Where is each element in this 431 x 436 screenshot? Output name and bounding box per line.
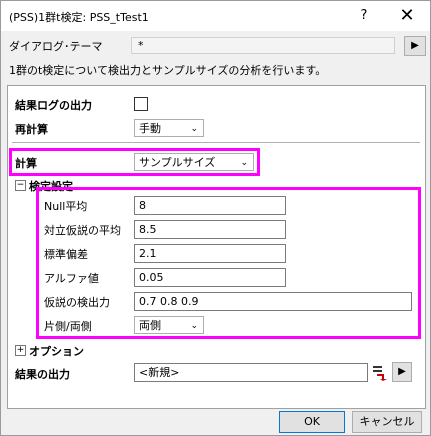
window-title: (PSS)1群t検定: PSS_tTest1 (9, 11, 149, 24)
close-button[interactable]: ✕ (393, 4, 421, 28)
options-label: オプション (29, 345, 84, 358)
output-input[interactable]: <新規> (134, 363, 368, 382)
theme-field[interactable]: * (131, 37, 395, 54)
tail-label: 片側/両側 (44, 320, 92, 333)
log-output-checkbox[interactable] (134, 97, 148, 111)
alpha-label: アルファ値 (44, 272, 99, 285)
dialog-window: (PSS)1群t検定: PSS_tTest1 ? ✕ ダイアログ･テーマ * ▶… (0, 0, 431, 436)
alt-mean-value: 8.5 (139, 223, 157, 236)
null-mean-label: Null平均 (44, 200, 88, 213)
null-mean-input[interactable]: 8 (134, 196, 286, 215)
alt-mean-input[interactable]: 8.5 (134, 220, 286, 239)
recalc-select[interactable]: 手動 ⌄ (134, 119, 204, 137)
help-button[interactable]: ? (353, 6, 375, 26)
title-bar: (PSS)1群t検定: PSS_tTest1 ? ✕ (1, 1, 430, 31)
settings-panel: 結果ログの出力 再計算 手動 ⌄ 計算 サンプルサイズ ⌄ − 検定設定 Nul… (7, 85, 426, 409)
tail-value: 両側 (139, 319, 161, 332)
divider (12, 142, 420, 143)
chevron-down-icon: ⌄ (240, 158, 248, 168)
expand-icon: + (16, 345, 25, 355)
calc-select[interactable]: サンプルサイズ ⌄ (134, 153, 254, 171)
std-dev-input[interactable]: 2.1 (134, 244, 286, 263)
power-label: 仮説の検出力 (44, 296, 110, 309)
theme-label: ダイアログ･テーマ (9, 40, 103, 53)
theme-arrow-button[interactable]: ▶ (404, 36, 426, 56)
std-dev-value: 2.1 (139, 247, 157, 260)
alt-mean-label: 対立仮説の平均 (44, 224, 121, 237)
log-output-label: 結果ログの出力 (15, 99, 92, 112)
alpha-input[interactable]: 0.05 (134, 268, 286, 287)
alpha-value: 0.05 (139, 271, 164, 284)
chevron-down-icon: ⌄ (190, 124, 198, 134)
ok-button[interactable]: OK (279, 411, 345, 433)
output-label: 結果の出力 (15, 368, 70, 381)
test-settings-toggle[interactable]: − (15, 180, 26, 191)
cancel-button-label: キャンセル (359, 415, 415, 428)
options-toggle[interactable]: + (15, 345, 26, 356)
std-dev-label: 標準偏差 (44, 248, 88, 261)
ok-button-label: OK (304, 415, 320, 428)
output-arrow-button[interactable]: ▶ (392, 362, 412, 382)
calc-value: サンプルサイズ (139, 156, 216, 169)
cancel-button[interactable]: キャンセル (352, 411, 422, 433)
tail-select[interactable]: 両側 ⌄ (134, 316, 204, 334)
dialog-description: 1群のt検定について検出力とサンプルサイズの分析を行います。 (9, 64, 327, 77)
worksheet-pick-icon (373, 366, 387, 381)
recalc-value: 手動 (139, 122, 161, 135)
power-value: 0.7 0.8 0.9 (139, 295, 199, 308)
collapse-icon: − (16, 180, 25, 190)
output-pick-button[interactable] (372, 364, 388, 382)
theme-value: * (138, 39, 144, 52)
recalc-label: 再計算 (15, 123, 48, 136)
play-icon: ▶ (411, 40, 419, 51)
output-value: <新規> (139, 366, 180, 379)
chevron-down-icon: ⌄ (190, 321, 198, 331)
play-icon: ▶ (398, 366, 406, 377)
calc-label: 計算 (15, 157, 37, 170)
power-input[interactable]: 0.7 0.8 0.9 (134, 292, 412, 311)
null-mean-value: 8 (139, 199, 146, 212)
